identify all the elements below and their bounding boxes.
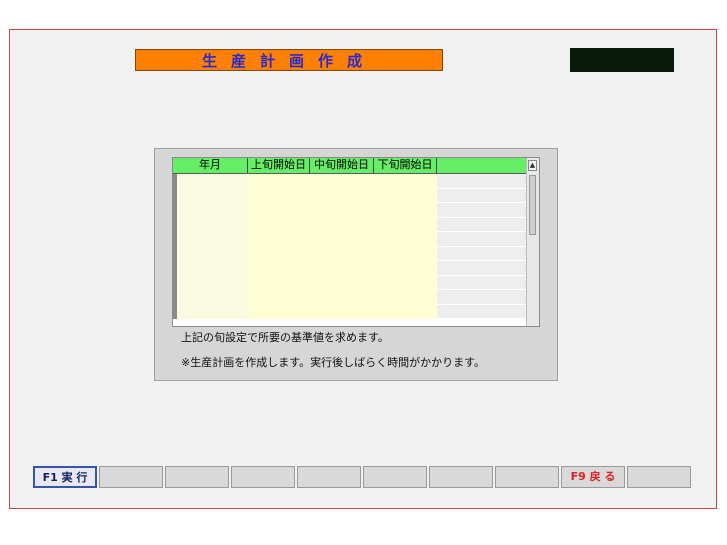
column-header-year-month: 年月: [173, 158, 248, 173]
cell-mid-start[interactable]: [310, 217, 374, 232]
cell-mid-start[interactable]: [310, 290, 374, 305]
table-row[interactable]: [173, 232, 527, 247]
column-header-late-start: 下旬開始日: [374, 158, 437, 173]
cell-year-month[interactable]: [173, 246, 248, 261]
cell-mid-start[interactable]: [310, 174, 374, 189]
cell-early-start[interactable]: [248, 290, 310, 305]
cell-mid-start[interactable]: [310, 232, 374, 247]
f4-button[interactable]: [231, 466, 295, 488]
cell-year-month[interactable]: [173, 217, 248, 232]
clock-display: [570, 48, 674, 72]
scroll-up-arrow-icon[interactable]: ▲: [528, 160, 537, 171]
cell-late-start[interactable]: [374, 246, 437, 261]
page-title: 生産計画作成: [135, 49, 443, 71]
cell-blank: [437, 275, 527, 290]
grid-header: 年月 上旬開始日 中旬開始日 下旬開始日: [173, 158, 539, 174]
cell-late-start[interactable]: [374, 275, 437, 290]
cell-year-month[interactable]: [173, 174, 248, 189]
cell-year-month[interactable]: [173, 188, 248, 203]
table-row[interactable]: [173, 290, 527, 305]
cell-early-start[interactable]: [248, 188, 310, 203]
cell-early-start[interactable]: [248, 232, 310, 247]
cell-mid-start[interactable]: [310, 275, 374, 290]
cell-blank: [437, 188, 527, 203]
scroll-thumb[interactable]: [529, 175, 536, 235]
f8-button[interactable]: [495, 466, 559, 488]
cell-year-month[interactable]: [173, 304, 248, 319]
cell-blank: [437, 290, 527, 305]
cell-year-month[interactable]: [173, 232, 248, 247]
column-header-early-start: 上旬開始日: [248, 158, 310, 173]
cell-year-month[interactable]: [173, 290, 248, 305]
f6-button[interactable]: [363, 466, 427, 488]
cell-early-start[interactable]: [248, 275, 310, 290]
cell-mid-start[interactable]: [310, 261, 374, 276]
cell-blank: [437, 246, 527, 261]
note-execution-warning: ※生産計画を作成します。実行後しばらく時間がかかります。: [181, 356, 486, 369]
table-row[interactable]: [173, 246, 527, 261]
vertical-scrollbar[interactable]: ▲: [526, 158, 539, 326]
cell-late-start[interactable]: [374, 174, 437, 189]
cell-late-start[interactable]: [374, 203, 437, 218]
cell-late-start[interactable]: [374, 217, 437, 232]
cell-early-start[interactable]: [248, 304, 310, 319]
cell-mid-start[interactable]: [310, 188, 374, 203]
note-base-value: 上記の旬設定で所要の基準値を求めます。: [181, 331, 389, 344]
column-header-mid-start: 中旬開始日: [310, 158, 374, 173]
table-row[interactable]: [173, 174, 527, 189]
cell-blank: [437, 203, 527, 218]
period-grid[interactable]: 年月 上旬開始日 中旬開始日 下旬開始日 ▲: [172, 157, 540, 327]
cell-blank: [437, 261, 527, 276]
cell-blank: [437, 232, 527, 247]
cell-early-start[interactable]: [248, 203, 310, 218]
cell-early-start[interactable]: [248, 174, 310, 189]
table-row[interactable]: [173, 188, 527, 203]
cell-early-start[interactable]: [248, 261, 310, 276]
cell-year-month[interactable]: [173, 275, 248, 290]
table-row[interactable]: [173, 261, 527, 276]
cell-blank: [437, 217, 527, 232]
cell-late-start[interactable]: [374, 261, 437, 276]
cell-year-month[interactable]: [173, 261, 248, 276]
f7-button[interactable]: [429, 466, 493, 488]
grid-rows: [173, 174, 527, 326]
cell-late-start[interactable]: [374, 290, 437, 305]
cell-blank: [437, 304, 527, 319]
f9-back-button[interactable]: F9 戻 る: [561, 466, 625, 488]
cell-year-month[interactable]: [173, 203, 248, 218]
cell-early-start[interactable]: [248, 217, 310, 232]
cell-mid-start[interactable]: [310, 304, 374, 319]
table-row[interactable]: [173, 217, 527, 232]
cell-late-start[interactable]: [374, 232, 437, 247]
cell-late-start[interactable]: [374, 304, 437, 319]
cell-blank: [437, 174, 527, 189]
cell-late-start[interactable]: [374, 188, 437, 203]
cell-early-start[interactable]: [248, 246, 310, 261]
f2-button[interactable]: [99, 466, 163, 488]
f1-execute-button[interactable]: F1 実 行: [33, 466, 97, 488]
table-row[interactable]: [173, 275, 527, 290]
f5-button[interactable]: [297, 466, 361, 488]
cell-mid-start[interactable]: [310, 203, 374, 218]
table-row[interactable]: [173, 304, 527, 319]
f10-button[interactable]: [627, 466, 691, 488]
column-header-blank: [437, 158, 527, 173]
cell-mid-start[interactable]: [310, 246, 374, 261]
table-row[interactable]: [173, 203, 527, 218]
f3-button[interactable]: [165, 466, 229, 488]
function-key-bar: F1 実 行 F9 戻 る: [33, 466, 693, 488]
